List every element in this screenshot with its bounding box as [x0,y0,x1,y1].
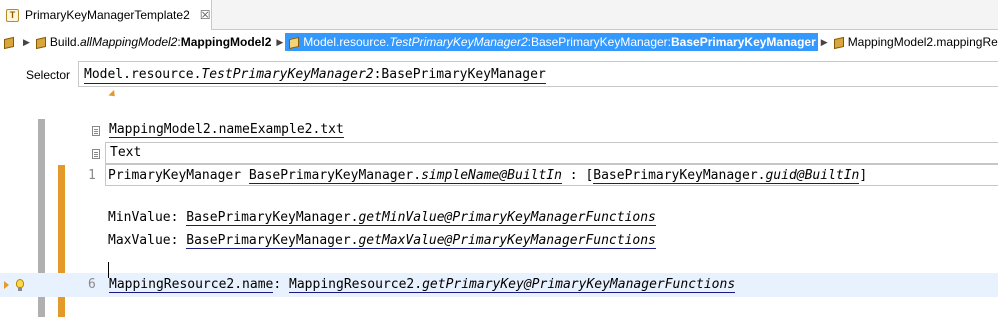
text-type-box [105,142,998,164]
current-line-arrow-icon [4,281,9,289]
breadcrumb-text: BasePrimaryKeyManager [671,35,816,49]
breadcrumb-text: MappingModel2 [180,35,272,49]
line-number: 6 [88,277,96,292]
model-element-icon [834,37,844,47]
editor-tab[interactable]: T PrimaryKeyManagerTemplate2 ☒ [0,0,212,30]
text-type-label: Text [110,145,142,160]
selector-value-text: :BasePrimaryKeyManager [373,67,546,82]
breadcrumb-root[interactable] [0,33,20,51]
selector-field[interactable]: Model.resource.TestPrimaryKeyManager2:Ba… [78,61,998,87]
tab-title: PrimaryKeyManagerTemplate2 [25,8,190,22]
code-line-max[interactable]: MaxValue: BasePrimaryKeyManager.getMaxVa… [108,233,656,249]
selector-label: Selector [26,68,71,82]
reference-get-primary-key[interactable]: MappingResource2.getPrimaryKey@PrimaryKe… [289,277,736,293]
model-element-icon [289,37,299,47]
code-text: ] [859,168,868,183]
breadcrumb-separator-icon: ▶ [23,36,30,47]
reference-simple-name[interactable]: BasePrimaryKeyManager.simpleName@BuiltIn [248,168,562,184]
breadcrumb-item-selected[interactable]: Model.resource. TestPrimaryKeyManager2:Ba… [285,33,818,51]
breadcrumb-text: allMappingModel2 [79,35,178,49]
code-text: BasePrimaryKeyManager. [186,210,359,225]
text-caret [108,262,109,278]
code-text: MaxValue: [108,233,187,248]
code-text: getPrimaryKey@PrimaryKeyManagerFunctions [422,277,736,292]
code-line-1[interactable]: PrimaryKeyManager BasePrimaryKeyManager.… [108,168,868,184]
code-text: MappingResource2. [289,277,423,292]
breadcrumb: ▶ Build. allMappingModel2: MappingModel2 ▶… [0,31,998,53]
reference-mapping-resource-name[interactable]: MappingResource2.name [109,277,274,293]
reference-guid[interactable]: BasePrimaryKeyManager.guid@BuiltIn [593,168,860,184]
code-text: : [ [561,168,594,183]
code-text: PrimaryKeyManager [108,168,249,183]
code-text: BasePrimaryKeyManager. [593,168,766,183]
model-element-icon [36,37,46,47]
close-icon[interactable]: ☒ [200,8,211,22]
selector-value-text: Model.resource. [84,67,202,82]
text-file-icon [92,126,100,136]
selector-value-text: TestPrimaryKeyManager2 [201,67,374,82]
breadcrumb-item-build[interactable]: Build. allMappingModel2: MappingModel2 [32,33,273,51]
code-text: simpleName@BuiltIn [421,168,562,183]
insertion-marker-icon [108,89,118,100]
lightbulb-icon[interactable] [16,279,24,291]
editor-tab-bar: T PrimaryKeyManagerTemplate2 ☒ [0,0,998,30]
code-text: : [273,277,290,292]
line-number: 1 [88,168,96,183]
code-text: MinValue: [108,210,187,225]
breadcrumb-text: Model.resource. [303,35,390,49]
breadcrumb-text: Build. [49,35,80,49]
breadcrumb-separator-icon: ▶ [820,36,828,47]
breadcrumb-separator-icon: ▶ [276,36,284,47]
reference-get-min-value[interactable]: BasePrimaryKeyManager.getMinValue@Primar… [186,210,656,226]
selector-value[interactable]: Model.resource.TestPrimaryKeyManager2:Ba… [84,67,546,84]
breadcrumb-text: :BasePrimaryKeyManager: [527,35,672,49]
code-text: guid@BuiltIn [765,168,860,183]
reference-get-max-value[interactable]: BasePrimaryKeyManager.getMaxValue@Primar… [186,233,656,249]
breadcrumb-text: TestPrimaryKeyManager2 [389,35,528,49]
template-file-icon: T [6,8,19,22]
code-line-6[interactable]: MappingResource2.name: MappingResource2.… [109,277,736,293]
breadcrumb-item-mapping[interactable]: MappingModel2.mappingReso [830,33,998,51]
code-text: BasePrimaryKeyManager. [248,168,422,183]
code-text: BasePrimaryKeyManager. [186,233,359,248]
breadcrumb-text: MappingModel2.mappingReso [847,35,998,49]
text-type-icon [92,149,100,159]
code-line-min[interactable]: MinValue: BasePrimaryKeyManager.getMinVa… [108,210,656,226]
model-element-icon [4,37,14,47]
code-text: getMaxValue@PrimaryKeyManagerFunctions [358,233,656,248]
code-text: getMinValue@PrimaryKeyManagerFunctions [358,210,656,225]
file-name[interactable]: MappingModel2.nameExample2.txt [109,122,344,138]
template-editor[interactable]: MappingModel2.nameExample2.txt Text 1 Pr… [0,88,998,317]
